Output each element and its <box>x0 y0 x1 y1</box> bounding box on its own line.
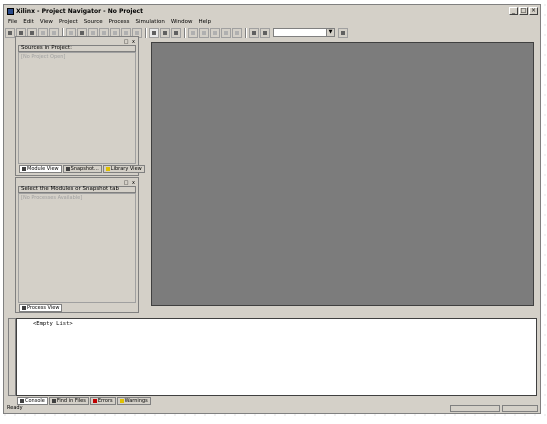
forward-icon[interactable] <box>232 27 242 38</box>
back-icon[interactable] <box>221 27 231 38</box>
error-icon <box>92 399 97 403</box>
camera-icon <box>65 167 70 171</box>
help-icon[interactable] <box>171 27 181 38</box>
menu-help[interactable]: Help <box>196 19 215 25</box>
toggle-view-icon[interactable] <box>149 27 159 38</box>
close-button[interactable]: × <box>529 7 538 15</box>
menu-edit[interactable]: Edit <box>20 19 37 25</box>
console-output[interactable]: <Empty List> <box>16 318 537 396</box>
run-icon[interactable] <box>188 27 198 38</box>
refresh-icon[interactable] <box>210 27 220 38</box>
process-icon <box>22 306 26 310</box>
binoculars-icon <box>51 399 56 403</box>
find-in-files-icon[interactable] <box>249 27 259 38</box>
process-header: Select the Modules or Snapshot tab <box>18 186 136 193</box>
sources-placeholder: [No Project Open] <box>21 54 66 60</box>
maximize-button[interactable]: □ <box>519 7 528 15</box>
chevron-down-icon[interactable]: ▼ <box>326 29 334 36</box>
process-placeholder: [No Processes Available] <box>21 195 83 201</box>
console-dock-handle[interactable] <box>8 318 16 396</box>
menu-source[interactable]: Source <box>81 19 106 25</box>
menu-view[interactable]: View <box>37 19 56 25</box>
workspace-area[interactable] <box>151 42 534 306</box>
title-bar: Xilinx - Project Navigator - No Project … <box>5 6 539 16</box>
go-icon[interactable] <box>338 27 348 38</box>
status-text: Ready <box>7 405 23 411</box>
console-icon <box>20 399 24 403</box>
menu-bar: File Edit View Project Source Process Si… <box>5 17 539 26</box>
new-file-icon[interactable] <box>5 27 15 38</box>
sources-header: Sources in Project: <box>18 45 136 52</box>
window-title: Xilinx - Project Navigator - No Project <box>16 7 143 15</box>
warning-icon <box>119 399 124 403</box>
tab-snapshot[interactable]: Snapshot... <box>62 165 102 173</box>
tab-module-view[interactable]: Module View <box>19 165 62 173</box>
tab-library-view[interactable]: Library View <box>102 165 145 173</box>
menu-window[interactable]: Window <box>168 19 196 25</box>
menu-file[interactable]: File <box>5 19 20 25</box>
search-combo[interactable]: ▼ <box>273 28 335 37</box>
status-field <box>450 405 500 412</box>
main-window: Xilinx - Project Navigator - No Project … <box>3 4 541 414</box>
stop-icon[interactable] <box>199 27 209 38</box>
process-panel: □ x Select the Modules or Snapshot tab [… <box>15 177 139 313</box>
library-icon <box>105 167 110 171</box>
console-text: <Empty List> <box>33 321 73 327</box>
binoculars-icon[interactable] <box>260 27 270 38</box>
status-field <box>502 405 538 412</box>
menu-project[interactable]: Project <box>56 19 81 25</box>
tab-process-view[interactable]: Process View <box>19 304 63 312</box>
minimize-button[interactable]: _ <box>509 7 518 15</box>
module-icon <box>22 167 26 171</box>
sources-panel: □ x Sources in Project: [No Project Open… <box>15 36 145 176</box>
menu-process[interactable]: Process <box>106 19 133 25</box>
xilinx-app-icon <box>7 7 14 15</box>
schematic-icon[interactable] <box>160 27 170 38</box>
menu-simulation[interactable]: Simulation <box>133 19 168 25</box>
